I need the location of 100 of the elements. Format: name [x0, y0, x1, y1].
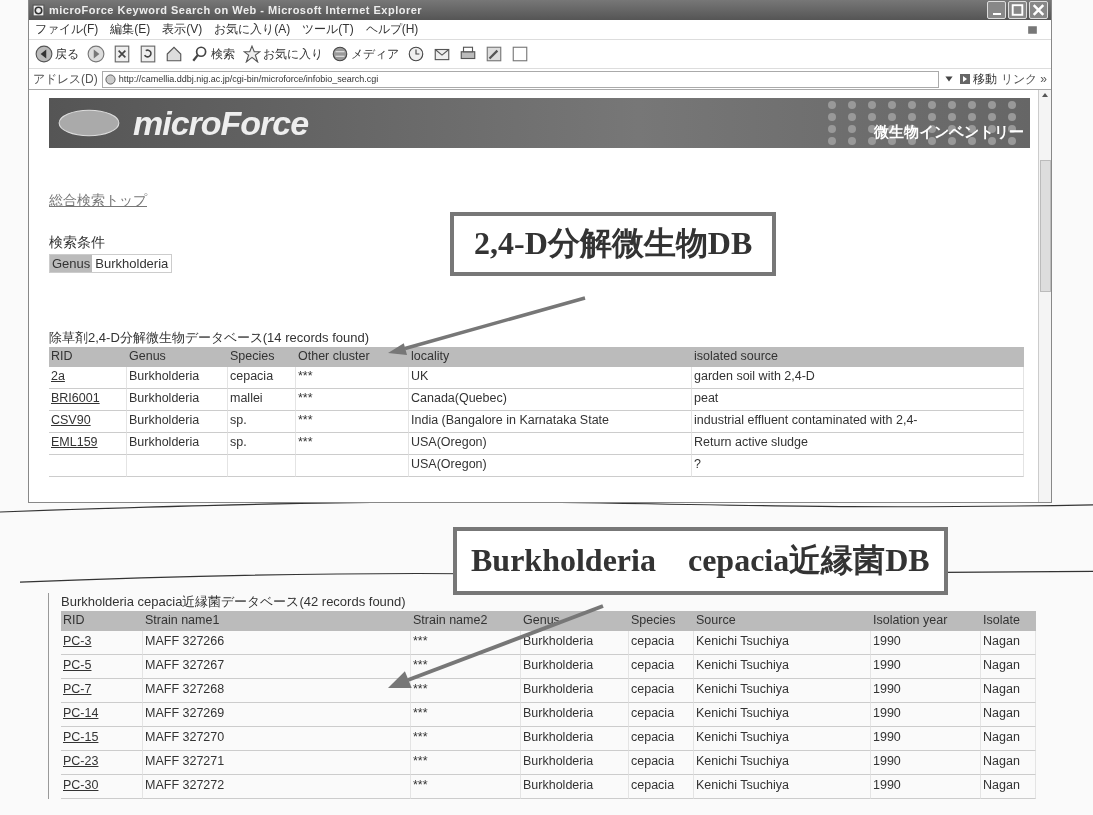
menu-item[interactable]: ツール(T) [302, 21, 354, 38]
links-button[interactable]: リンク » [1001, 70, 1047, 88]
home-button[interactable] [165, 45, 183, 63]
column-header: Source [694, 611, 871, 631]
table-cell: Canada(Quebec) [409, 389, 692, 411]
column-header: Genus [127, 347, 228, 367]
table-cell: *** [296, 389, 409, 411]
table-cell: cepacia [228, 367, 296, 389]
scrollbar[interactable] [1038, 90, 1051, 502]
table-cell: 1990 [871, 655, 981, 679]
maximize-button[interactable] [1008, 1, 1027, 19]
menu-item[interactable]: お気に入り(A) [214, 21, 291, 38]
menu-item[interactable]: ヘルプ(H) [365, 21, 419, 38]
table-cell: MAFF 327270 [143, 727, 411, 751]
discuss-button[interactable] [511, 45, 529, 63]
callout-box: 2,4-D分解微生物DB [450, 212, 777, 276]
window-title: microForce Keyword Search on Web - Microsoft Internet Explorer [49, 4, 423, 16]
record-link[interactable]: PC-15 [63, 730, 99, 744]
close-button[interactable] [1029, 1, 1048, 19]
refresh-button[interactable] [139, 45, 157, 63]
close-icon [1030, 2, 1047, 18]
table-cell: cepacia [629, 655, 694, 679]
table-cell: mallei [228, 389, 296, 411]
table-cell: sp. [228, 411, 296, 433]
menu-item[interactable]: ファイル(F) [35, 21, 99, 38]
table-cell: USA(Oregon) [409, 455, 692, 477]
record-link[interactable]: 2a [51, 369, 65, 383]
table-cell: USA(Oregon) [409, 433, 692, 455]
search-button[interactable]: 検索 [191, 45, 235, 63]
record-link[interactable]: PC-14 [63, 706, 99, 720]
minimize-button[interactable] [987, 1, 1006, 19]
table-cell: garden soil with 2,4-D [692, 367, 1024, 389]
table-cell: MAFF 327271 [143, 751, 411, 775]
favorites-button[interactable]: お気に入り [243, 45, 323, 63]
column-header: Species [629, 611, 694, 631]
table-cell: Burkholderia [521, 679, 629, 703]
menu-item[interactable]: 表示(V) [162, 21, 203, 38]
table-cell: Kenichi Tsuchiya [694, 631, 871, 655]
table-cell: MAFF 327269 [143, 703, 411, 727]
go-button[interactable]: 移動 [959, 70, 997, 88]
table-cell: Nagan [981, 655, 1036, 679]
forward-button[interactable] [87, 45, 105, 63]
blank-page-icon [511, 45, 529, 63]
table-cell: Burkholderia [521, 703, 629, 727]
table-cell: *** [411, 703, 521, 727]
pencil-icon [485, 45, 503, 63]
menu-item[interactable]: 編集(E) [110, 21, 151, 38]
table-cell: Burkholderia [521, 631, 629, 655]
search-condition-label: 検索条件 [49, 234, 105, 252]
table-cell: Burkholderia [521, 727, 629, 751]
table-cell: cepacia [629, 727, 694, 751]
table-cell: Kenichi Tsuchiya [694, 751, 871, 775]
table-cell: Nagan [981, 679, 1036, 703]
record-link[interactable]: EML159 [51, 435, 98, 449]
table-cell: Kenichi Tsuchiya [694, 775, 871, 799]
history-button[interactable] [407, 45, 425, 63]
table-cell: Burkholderia [127, 389, 228, 411]
record-link[interactable]: PC-5 [63, 658, 92, 672]
table-cell: *** [296, 411, 409, 433]
back-button[interactable]: 戻る [35, 45, 79, 63]
table-cell: cepacia [629, 703, 694, 727]
table-cell: *** [411, 775, 521, 799]
home-icon [165, 45, 183, 63]
table-cell: *** [296, 433, 409, 455]
record-link[interactable]: PC-7 [63, 682, 92, 696]
search-icon [191, 45, 209, 63]
table-cell: UK [409, 367, 692, 389]
table-cell: *** [411, 655, 521, 679]
record-link[interactable]: PC-3 [63, 634, 92, 648]
toolbar-label: 検索 [211, 45, 235, 63]
address-label: アドレス(D) [33, 70, 98, 88]
table-cell: *** [411, 631, 521, 655]
address-field[interactable]: http://camellia.ddbj.nig.ac.jp/cgi-bin/microforce/infobio_search.cgi [101, 70, 939, 88]
maximize-icon [1009, 2, 1026, 18]
callout-box: Burkholderia cepacia近縁菌DB [453, 527, 948, 595]
record-link[interactable]: PC-30 [63, 778, 99, 792]
stop-button[interactable] [113, 45, 131, 63]
table-cell: Burkholderia [521, 655, 629, 679]
table-cell: Nagan [981, 775, 1036, 799]
star-icon [243, 45, 261, 63]
column-header: Isolate [981, 611, 1036, 631]
column-header: Strain name2 [411, 611, 521, 631]
top-link[interactable]: 総合検索トップ [49, 192, 147, 210]
table-cell: sp. [228, 433, 296, 455]
browser-icon [32, 3, 45, 17]
media-button[interactable]: メディア [331, 45, 399, 63]
site-logo: microForce [133, 103, 309, 143]
edit-button[interactable] [485, 45, 503, 63]
table-cell: Kenichi Tsuchiya [694, 703, 871, 727]
toolbar-label: 戻る [55, 45, 79, 63]
record-link[interactable]: CSV90 [51, 413, 91, 427]
record-link[interactable]: PC-23 [63, 754, 99, 768]
column-header: Species [228, 347, 296, 367]
minimize-icon [992, 13, 1001, 15]
table-cell: *** [411, 727, 521, 751]
record-link[interactable]: BRI6001 [51, 391, 100, 405]
table-cell: industrial effluent contaminated with 2,4- [692, 411, 1024, 433]
table-cell: *** [411, 751, 521, 775]
table-cell: 1990 [871, 631, 981, 655]
table-cell: 1990 [871, 703, 981, 727]
